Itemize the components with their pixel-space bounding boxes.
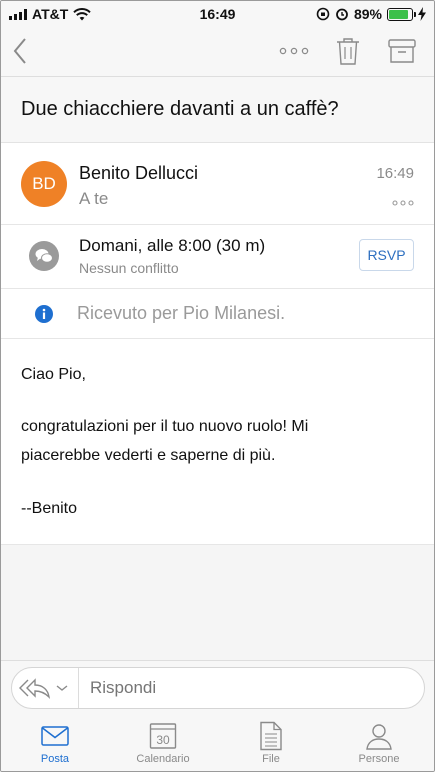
tab-label: Posta [40,753,70,765]
tab-persone[interactable]: Persone [329,721,429,771]
meeting-request[interactable]: Domani, alle 8:00 (30 m) Nessun conflitt… [1,225,434,289]
app-frame: AT&T 16:49 89% Due chiacchiere davanti a… [0,0,435,772]
message-body: Ciao Pio, congratulazioni per il tuo nuo… [1,339,434,545]
tab-label: File [262,753,280,765]
received-for-text: Ricevuto per Pio Milanesi. [77,303,286,323]
chevron-left-icon [13,38,26,64]
tab-bar: Posta 30 Calendario File Persone [1,717,434,771]
tab-label: Persone [358,753,400,765]
body-line: piacerebbe vederti e saperne di più. [21,447,276,464]
battery-percent: 89% [353,6,382,22]
chevron-down-icon [56,685,68,691]
person-icon [366,724,392,750]
tab-calendario[interactable]: 30 Calendario [113,721,213,771]
reply-all-icon [19,678,50,699]
received-for-banner: Ricevuto per Pio Milanesi. [1,289,434,339]
rsvp-button[interactable]: RSVP [359,239,414,271]
meeting-time: Domani, alle 8:00 (30 m) [79,236,266,255]
back-button[interactable] [9,35,31,67]
tab-file[interactable]: File [221,721,321,771]
status-bar: AT&T 16:49 89% [1,1,434,27]
reply-input[interactable] [90,678,390,698]
nav-bar [1,27,434,77]
body-line: congratulazioni per il tuo nuovo ruolo! … [21,418,309,435]
chat-bubbles-icon [29,241,59,271]
sender-name[interactable]: Benito Dellucci [79,163,198,184]
recipient-label: A te [79,189,109,208]
battery-icon [387,7,416,21]
tab-posta[interactable]: Posta [5,721,105,771]
delete-button[interactable] [333,35,363,67]
status-right: 89% [316,6,426,22]
info-icon [35,305,53,323]
ellipsis-icon [279,47,309,55]
avatar[interactable]: BD [21,161,67,207]
meeting-conflict: Nessun conflitto [79,260,179,276]
alarm-icon [336,8,348,21]
sender-header[interactable]: BD Benito Dellucci A te 16:49 [1,143,434,225]
more-button[interactable] [277,35,311,67]
reply-divider [78,668,79,708]
body-greeting: Ciao Pio, [21,366,86,383]
message-subject: Due chiacchiere davanti a un caffè? [1,77,434,143]
message-time: 16:49 [376,165,414,182]
calendar-icon: 30 [149,723,177,749]
calendar-day: 30 [156,733,170,747]
archive-button[interactable] [386,35,418,67]
reply-bar [1,660,434,717]
trash-icon [337,38,359,65]
file-icon [260,721,282,751]
charging-icon [418,7,426,21]
reply-field[interactable] [11,667,425,709]
reply-action-button[interactable] [18,673,78,703]
orientation-lock-icon [316,7,330,21]
message-more-button[interactable] [392,193,414,211]
tab-label: Calendario [136,753,190,765]
body-signature: --Benito [21,500,78,517]
ellipsis-icon [392,200,414,206]
archive-icon [388,39,416,63]
mail-icon [41,726,69,746]
